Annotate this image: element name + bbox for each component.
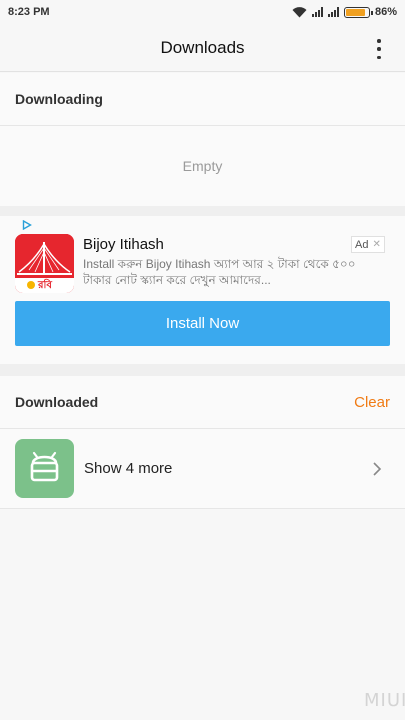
- downloading-header: Downloading: [0, 73, 405, 126]
- ad-choices-icon[interactable]: [22, 220, 32, 230]
- status-icons: 86%: [292, 6, 397, 18]
- package-icon: [30, 451, 59, 482]
- chevron-right-icon: [373, 462, 382, 476]
- wifi-icon: [292, 6, 307, 17]
- downloading-label: Downloading: [15, 91, 103, 107]
- divider: [0, 206, 405, 216]
- more-options-icon[interactable]: [375, 39, 383, 59]
- install-now-button[interactable]: Install Now: [15, 301, 390, 346]
- close-icon[interactable]: ✕: [372, 239, 380, 250]
- downloading-empty: Empty: [0, 126, 405, 206]
- app-icon: [15, 439, 74, 498]
- show-more-label: Show 4 more: [84, 460, 173, 477]
- battery-level: [345, 8, 365, 16]
- ad-badge-label: Ad: [355, 238, 369, 251]
- ad-description: Install করুন Bijoy Itihash অ্যাপ আর ২ টা…: [83, 257, 356, 287]
- empty-text: Empty: [182, 158, 223, 174]
- ad-card[interactable]: রবি Bijoy Itihash Ad ✕ Install করুন Bijo…: [0, 216, 405, 364]
- status-time: 8:23 PM: [8, 6, 50, 18]
- ad-icon-text: রবি: [38, 280, 52, 291]
- title-bar: Downloads: [0, 24, 405, 72]
- clear-button[interactable]: Clear: [354, 394, 390, 411]
- signal-icon: [311, 7, 323, 17]
- downloaded-label: Downloaded: [15, 394, 99, 410]
- divider: [0, 364, 405, 376]
- battery-percent: 86%: [374, 6, 397, 18]
- downloaded-header: Downloaded Clear: [0, 376, 405, 429]
- ad-app-icon[interactable]: রবি: [15, 234, 74, 293]
- status-bar: 8:23 PM 86%: [0, 0, 405, 24]
- signal-icon-2: [327, 7, 339, 17]
- ad-badge[interactable]: Ad ✕: [351, 236, 385, 253]
- battery-icon: [343, 6, 373, 18]
- page-title: Downloads: [160, 37, 245, 57]
- ad-title[interactable]: Bijoy Itihash: [83, 236, 164, 253]
- miui-watermark: MIUI: [364, 690, 405, 711]
- show-more-row[interactable]: Show 4 more: [0, 429, 405, 509]
